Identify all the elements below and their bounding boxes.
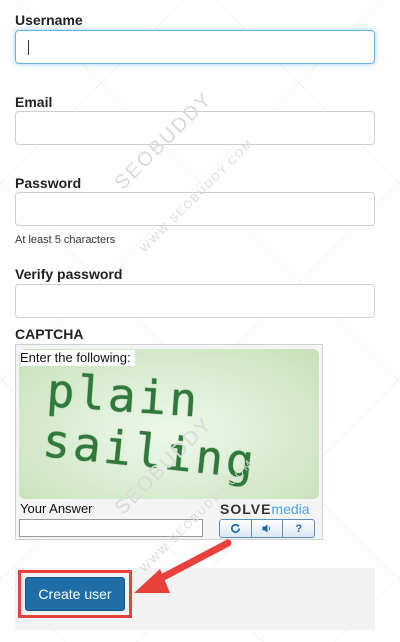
password-label: Password — [15, 175, 82, 191]
create-user-button[interactable]: Create user — [25, 577, 125, 611]
solve-media-logo: SOLVEmedia — [220, 501, 310, 517]
captcha-word-2: sailing — [40, 413, 260, 490]
captcha-prompt: Enter the following: — [20, 350, 135, 366]
help-icon: ? — [295, 522, 303, 535]
captcha-widget: plain sailing Enter the following: Your … — [15, 344, 323, 540]
captcha-help-button[interactable]: ? — [283, 520, 314, 537]
speaker-icon — [262, 524, 270, 533]
captcha-controls: ? — [219, 519, 315, 538]
username-input[interactable] — [15, 30, 375, 64]
captcha-refresh-button[interactable] — [220, 520, 252, 537]
media-logo-text: media — [271, 501, 310, 517]
captcha-audio-button[interactable] — [252, 520, 284, 537]
text-caret — [28, 40, 29, 55]
captcha-label: CAPTCHA — [15, 326, 84, 342]
email-label: Email — [15, 94, 53, 110]
captcha-answer-label: Your Answer — [20, 501, 93, 516]
username-label: Username — [15, 12, 83, 28]
background-pattern — [0, 0, 400, 642]
email-input[interactable] — [15, 111, 375, 145]
verify-password-label: Verify password — [15, 266, 123, 282]
password-hint: At least 5 characters — [15, 234, 116, 246]
verify-password-input[interactable] — [15, 284, 375, 318]
annotation-arrow — [134, 539, 232, 593]
password-input[interactable] — [15, 192, 375, 226]
solve-logo-text: SOLVE — [220, 501, 272, 517]
refresh-icon — [230, 523, 240, 533]
captcha-image: plain sailing — [19, 349, 319, 499]
captcha-answer-input[interactable] — [19, 519, 203, 537]
